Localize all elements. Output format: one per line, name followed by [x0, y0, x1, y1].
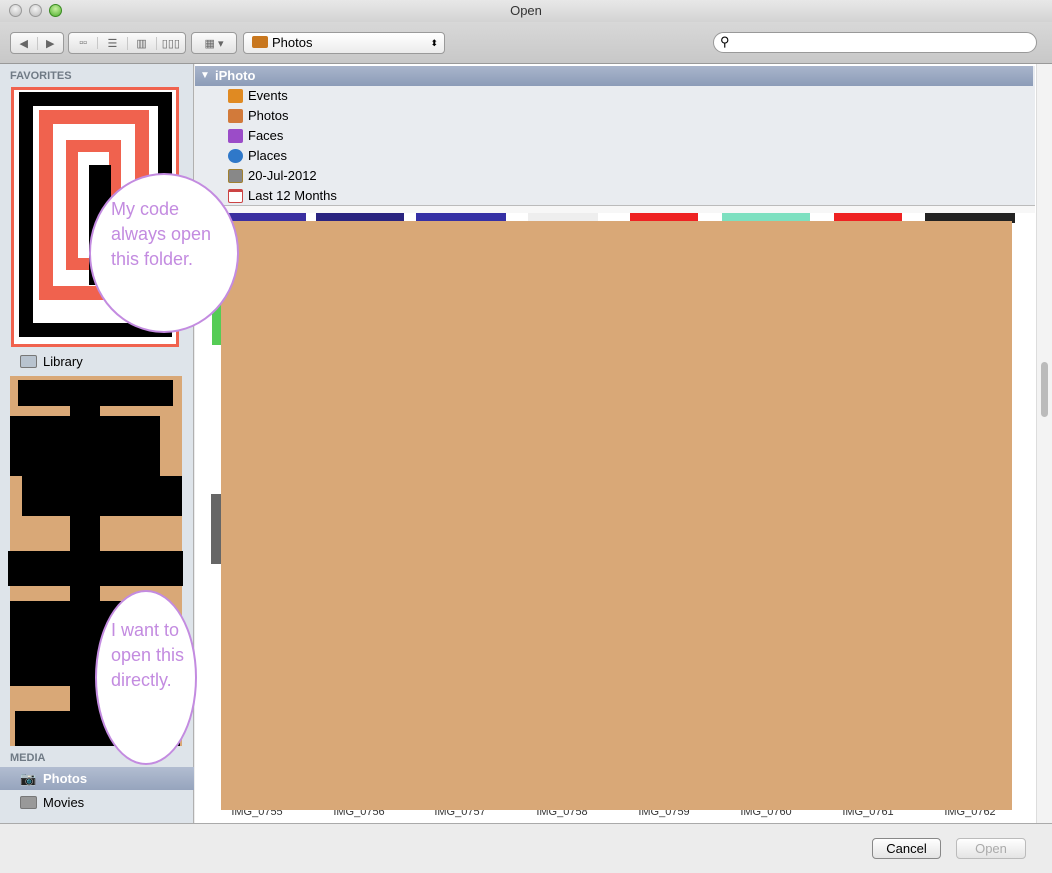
source-item-label: Photos	[248, 108, 289, 123]
column-view-icon[interactable]: ▥	[128, 36, 157, 50]
source-item-label: Places	[248, 148, 288, 163]
thumbnail[interactable]	[211, 494, 221, 564]
faces-icon	[228, 129, 243, 143]
grid-icon: ▦ ▾	[204, 37, 224, 50]
open-button[interactable]: Open	[956, 838, 1026, 859]
sidebar-item-movies[interactable]: Movies	[0, 791, 194, 814]
source-item-event-date[interactable]: 20-Jul-2012	[228, 166, 317, 186]
search-input[interactable]: ⚲	[713, 32, 1037, 53]
path-popup-label: Photos	[272, 35, 313, 50]
back-forward-control[interactable]: ◀ ▶	[10, 32, 64, 54]
cancel-button[interactable]: Cancel	[872, 838, 941, 859]
media-header: MEDIA	[10, 752, 46, 764]
source-item-faces[interactable]: Faces	[228, 126, 283, 146]
vertical-scrollbar[interactable]	[1036, 64, 1052, 823]
film-icon	[20, 796, 37, 809]
title-bar: Open	[0, 0, 1052, 22]
source-item-last-12-months[interactable]: Last 12 Months	[228, 186, 337, 206]
splitter-handle[interactable]	[195, 205, 1035, 213]
calendar-icon	[228, 189, 243, 203]
source-item-photos[interactable]: Photos	[228, 106, 288, 126]
iphoto-label: iPhoto	[215, 68, 256, 83]
arrange-button[interactable]: ▦ ▾	[191, 32, 237, 54]
events-icon	[228, 89, 243, 103]
disclosure-triangle-icon[interactable]: ▼	[200, 66, 210, 86]
window-title: Open	[510, 3, 542, 18]
source-item-places[interactable]: Places	[228, 146, 287, 166]
source-item-label: Events	[248, 88, 288, 103]
source-list-header[interactable]: ▼ iPhoto	[195, 66, 1033, 86]
camera-icon: 📷	[20, 771, 37, 786]
globe-icon	[228, 149, 243, 163]
scrollbar-thumb[interactable]	[1041, 362, 1048, 417]
search-icon: ⚲	[720, 34, 730, 49]
sidebar-item-label: Photos	[43, 771, 88, 786]
redaction-box	[221, 221, 1012, 810]
view-mode-control[interactable]: ▫▫ ☰ ▥ ▯▯▯	[68, 32, 186, 54]
photos-icon	[228, 109, 243, 123]
sidebar-item-label: Movies	[43, 795, 85, 810]
sidebar-item-photos[interactable]: 📷 Photos	[0, 767, 194, 790]
annotation-bubble: My code always open this folder.	[89, 173, 239, 333]
photos-icon	[252, 36, 268, 48]
sidebar-item-label: Library	[43, 354, 83, 369]
list-view-icon[interactable]: ☰	[98, 36, 128, 50]
updown-icon: ⬍	[430, 38, 438, 48]
source-item-label: Faces	[248, 128, 284, 143]
minimize-button[interactable]	[29, 4, 42, 17]
folder-icon	[20, 355, 37, 368]
favorites-header: FAVORITES	[10, 70, 72, 82]
sidebar-item-library[interactable]: Library	[0, 350, 194, 373]
forward-icon[interactable]: ▶	[38, 37, 64, 50]
close-button[interactable]	[9, 4, 22, 17]
source-item-label: Last 12 Months	[248, 188, 337, 203]
event-icon	[228, 169, 243, 183]
source-item-label: 20-Jul-2012	[248, 168, 317, 183]
zoom-button[interactable]	[49, 4, 62, 17]
path-popup[interactable]: Photos ⬍	[243, 32, 445, 54]
icon-view-icon[interactable]: ▫▫	[69, 37, 99, 49]
back-icon[interactable]: ◀	[11, 36, 38, 50]
source-item-events[interactable]: Events	[228, 86, 288, 106]
annotation-bubble: I want to open this directly.	[95, 590, 197, 765]
source-list	[195, 66, 1035, 206]
coverflow-view-icon[interactable]: ▯▯▯	[157, 37, 185, 50]
